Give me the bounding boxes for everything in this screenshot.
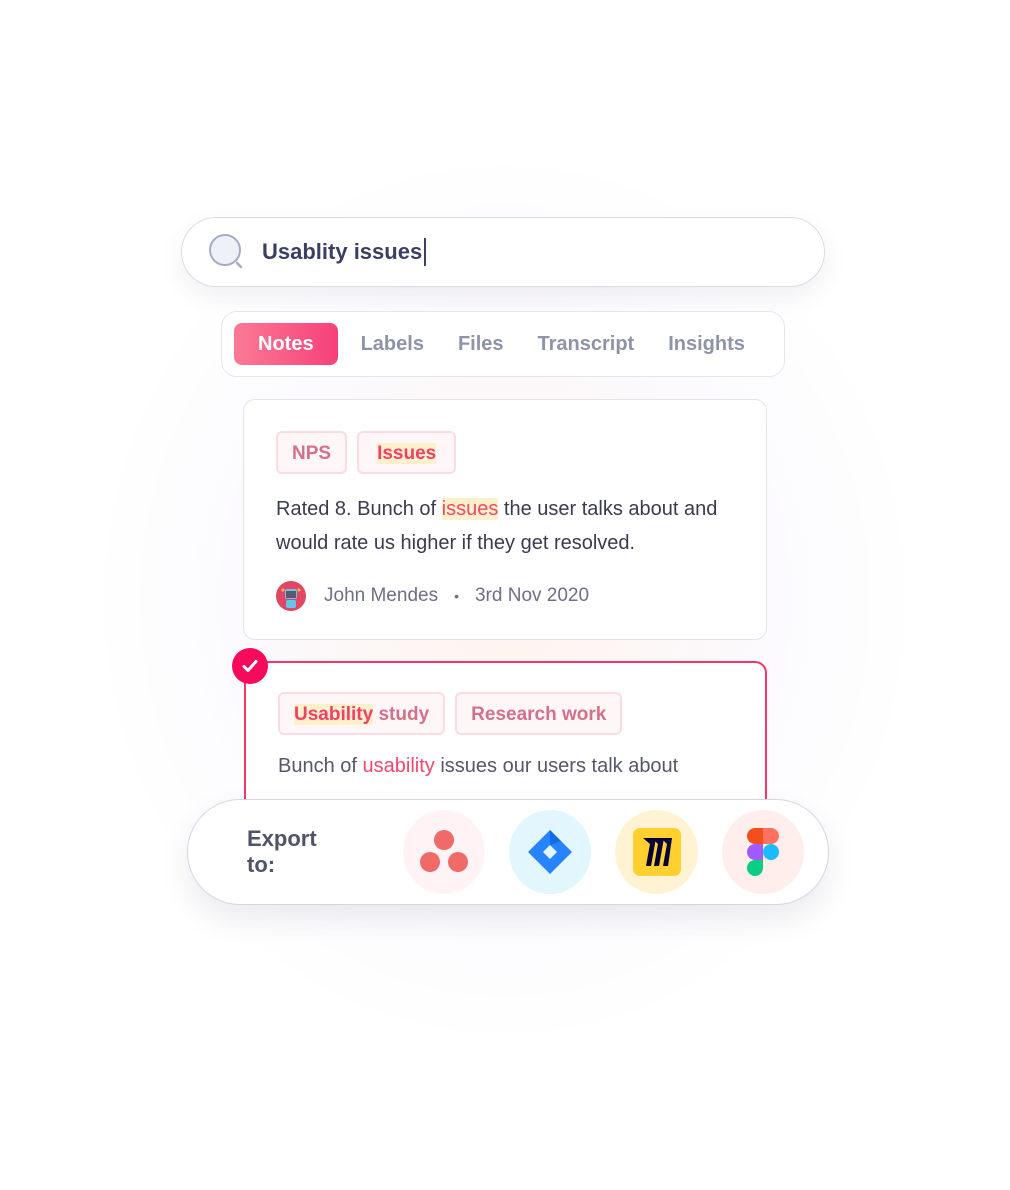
tab-insights[interactable]: Insights (651, 323, 762, 365)
note-date: 3rd Nov 2020 (474, 585, 590, 606)
note-text: Rated 8. Bunch of issues the user talks … (276, 498, 718, 554)
tag-issues[interactable]: Issues (357, 431, 457, 474)
figma-icon (746, 828, 779, 876)
separator-dot: • (454, 588, 459, 604)
tab-labels[interactable]: Labels (344, 323, 441, 365)
tab-transcript[interactable]: Transcript (521, 323, 652, 365)
text-caret (424, 238, 426, 266)
note-meta: John Mendes • 3rd Nov 2020 (276, 581, 589, 611)
export-jira-button[interactable] (509, 810, 592, 894)
tab-files[interactable]: Files (441, 323, 521, 365)
export-figma-button[interactable] (721, 810, 804, 894)
export-asana-button[interactable] (402, 810, 486, 894)
search-match: issues (441, 498, 499, 520)
search-icon (209, 234, 243, 269)
asana-icon (419, 830, 468, 872)
jira-icon (528, 830, 573, 874)
note-card[interactable]: NPS Issues Rated 8. Bunch of issues the … (243, 399, 767, 640)
selected-check-icon[interactable] (232, 648, 268, 684)
tab-notes[interactable]: Notes (234, 323, 338, 365)
search-bar[interactable]: Usablity issues (181, 217, 825, 287)
author-name: John Mendes (324, 585, 439, 606)
search-input[interactable]: Usablity issues (262, 239, 422, 265)
tag-list: NPS Issues (276, 431, 457, 474)
export-label: Export to: (247, 826, 317, 877)
tag-usability-study[interactable]: Usability study (278, 692, 446, 735)
avatar (276, 581, 306, 611)
tab-bar: Notes Labels Files Transcript Insights (221, 311, 785, 377)
tag-nps[interactable]: NPS (276, 431, 348, 474)
miro-icon (632, 828, 681, 876)
tag-research-work[interactable]: Research work (455, 692, 623, 735)
search-match: usability (362, 755, 435, 777)
note-text: Bunch of usability issues our users talk… (278, 755, 679, 777)
tag-list: Usability study Research work (278, 692, 623, 735)
export-miro-button[interactable] (615, 810, 698, 894)
export-bar: Export to: (187, 799, 829, 905)
